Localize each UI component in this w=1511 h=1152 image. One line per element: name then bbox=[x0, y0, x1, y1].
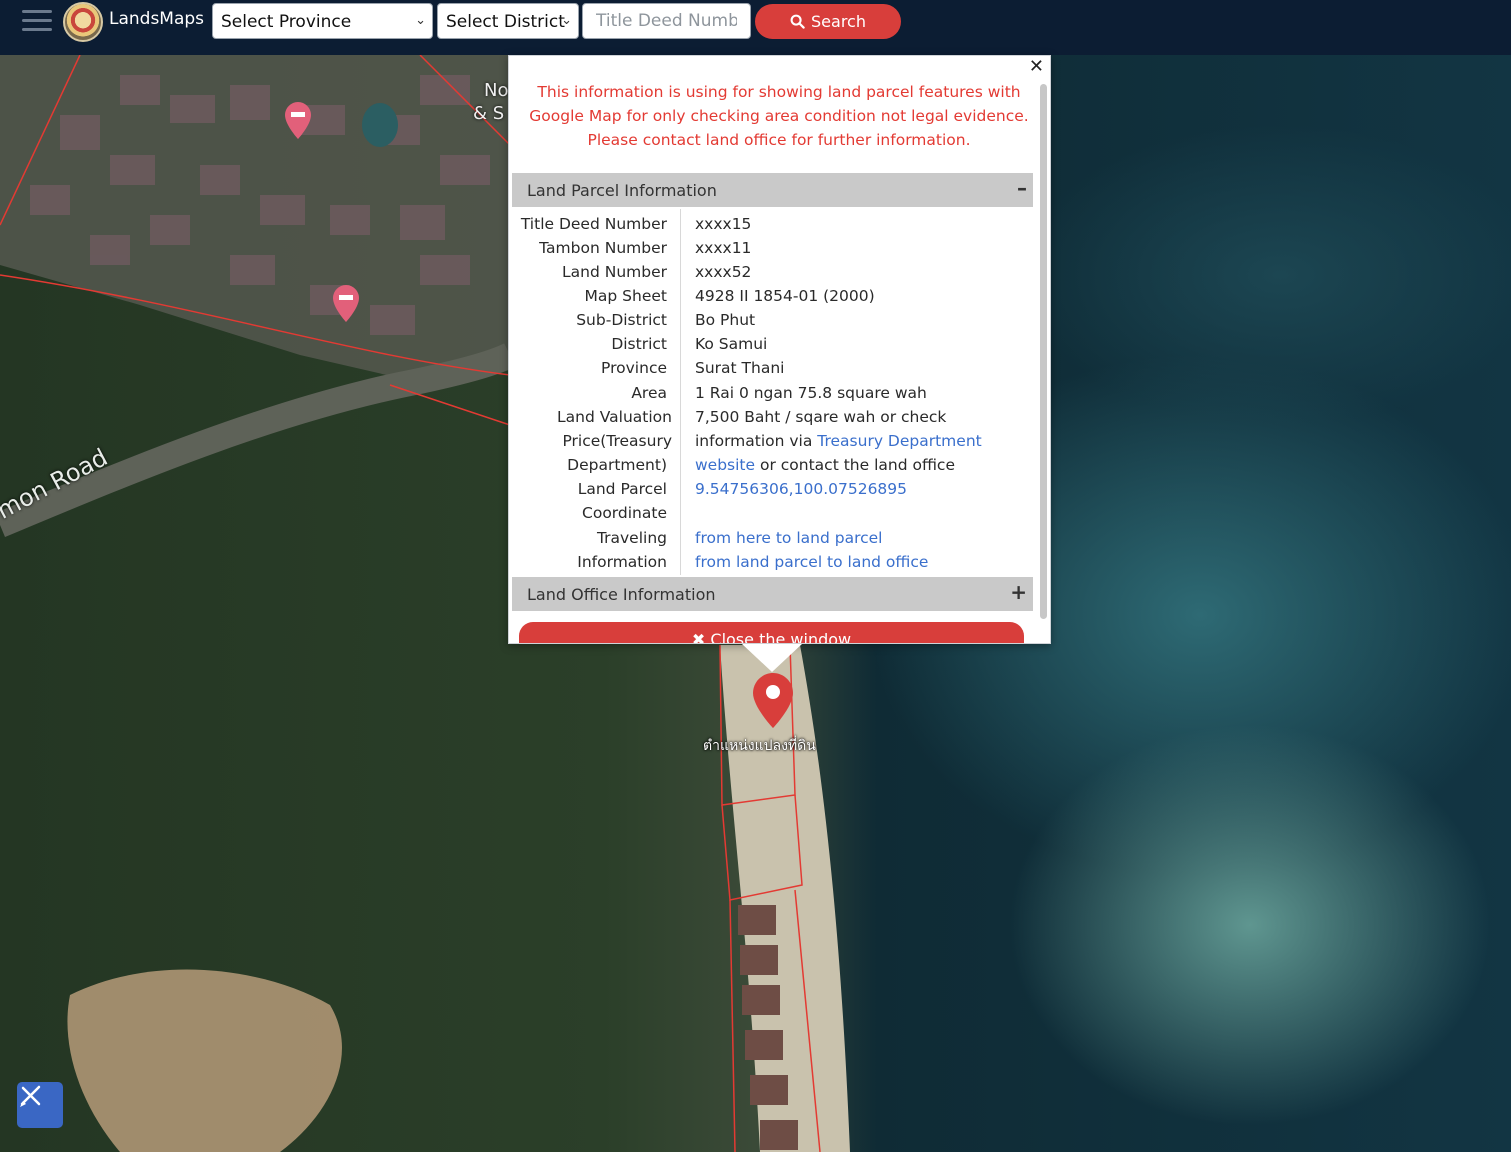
row-label: Land Valuation bbox=[557, 408, 672, 426]
land-parcel-popup: ✕ This information is using for showing … bbox=[508, 55, 1051, 644]
row-label: Map Sheet bbox=[584, 287, 667, 305]
row-value: 7,500 Baht / sqare wah or check bbox=[695, 408, 947, 426]
row-label: Area bbox=[631, 384, 667, 402]
coordinate-link[interactable]: 9.54756306,100.07526895 bbox=[695, 477, 1025, 501]
row-value: 1 Rai 0 ngan 75.8 square wah bbox=[695, 384, 927, 402]
valuation-text: information via bbox=[695, 432, 818, 450]
row-label: Traveling bbox=[596, 529, 667, 547]
menu-icon[interactable] bbox=[22, 10, 52, 34]
road bbox=[0, 343, 516, 537]
landsmaps-logo bbox=[63, 2, 103, 42]
row-value: Surat Thani bbox=[695, 359, 785, 377]
row-label: Title Deed Number bbox=[520, 215, 667, 233]
pool bbox=[362, 103, 398, 147]
search-icon bbox=[790, 14, 805, 29]
parcel-section-header[interactable]: Land Parcel Information – bbox=[512, 173, 1033, 207]
row-label: Coordinate bbox=[582, 504, 667, 522]
row-label: District bbox=[611, 335, 667, 353]
parcel-section-title: Land Parcel Information bbox=[527, 181, 717, 200]
row-label: Tambon Number bbox=[539, 239, 667, 257]
clearing bbox=[67, 969, 342, 1152]
close-window-label: Close the window bbox=[710, 630, 852, 644]
top-navbar: LandsMaps Select Province ⌄ Select Distr… bbox=[0, 0, 1511, 55]
row-label: Land Number bbox=[562, 263, 667, 281]
row-value: xxxx15 bbox=[695, 215, 752, 233]
row-label: Sub-District bbox=[576, 311, 667, 329]
poi-label-partial: & S bbox=[473, 103, 505, 124]
row-value: xxxx11 bbox=[695, 239, 752, 257]
row-value: information via Treasury Department bbox=[695, 429, 1025, 453]
treasury-website-link[interactable]: website bbox=[695, 456, 755, 474]
route-to-parcel-link[interactable]: from here to land parcel bbox=[695, 526, 1025, 550]
row-value: website or contact the land office bbox=[695, 453, 1025, 477]
popup-content: This information is using for showing la… bbox=[509, 56, 1039, 644]
valuation-text: or contact the land office bbox=[755, 456, 955, 474]
chevron-down-icon: ⌄ bbox=[561, 13, 572, 28]
disclaimer-text: This information is using for showing la… bbox=[529, 83, 1029, 149]
measure-tool-icon bbox=[20, 1085, 41, 1107]
close-window-button[interactable]: ✖ Close the window bbox=[519, 622, 1024, 644]
plus-icon: + bbox=[1010, 580, 1027, 604]
office-section-title: Land Office Information bbox=[527, 585, 716, 604]
office-section-header[interactable]: Land Office Information + bbox=[512, 577, 1033, 611]
province-select-value: Select Province bbox=[221, 12, 352, 32]
route-to-office-link[interactable]: from land parcel to land office bbox=[695, 550, 1025, 574]
title-deed-input[interactable] bbox=[582, 3, 751, 39]
chevron-down-icon: ⌄ bbox=[415, 13, 426, 28]
search-button-label: Search bbox=[811, 12, 866, 31]
parcel-info-table: Title Deed Number xxxx15 Tambon Number x… bbox=[512, 209, 1033, 575]
brand-name: LandsMaps bbox=[109, 9, 205, 29]
row-value: 4928 II 1854-01 (2000) bbox=[695, 287, 875, 305]
row-value: Ko Samui bbox=[695, 335, 768, 353]
measure-tool-button[interactable] bbox=[17, 1082, 63, 1128]
treasury-department-link[interactable]: Treasury Department bbox=[817, 432, 981, 450]
popup-pointer bbox=[742, 644, 802, 672]
row-label: Land Parcel bbox=[577, 480, 667, 498]
search-button[interactable]: Search bbox=[755, 4, 901, 39]
province-select[interactable]: Select Province ⌄ bbox=[212, 3, 433, 39]
row-label: Province bbox=[601, 359, 667, 377]
row-label: Department) bbox=[567, 456, 667, 474]
row-label: Information bbox=[577, 553, 667, 571]
district-select-value: Select District bbox=[446, 12, 565, 32]
row-label: Price(Treasury bbox=[562, 432, 672, 450]
district-select[interactable]: Select District ⌄ bbox=[437, 3, 579, 39]
popup-scrollbar[interactable] bbox=[1040, 84, 1047, 619]
marker-label: ตำแหน่งแปลงที่ดิน bbox=[703, 738, 816, 754]
table-divider bbox=[680, 209, 681, 575]
close-icon: ✖ bbox=[691, 630, 706, 644]
minus-icon: – bbox=[1017, 176, 1027, 200]
poi-label-partial: No bbox=[484, 80, 509, 101]
row-value: Bo Phut bbox=[695, 311, 756, 329]
row-value: xxxx52 bbox=[695, 263, 752, 281]
